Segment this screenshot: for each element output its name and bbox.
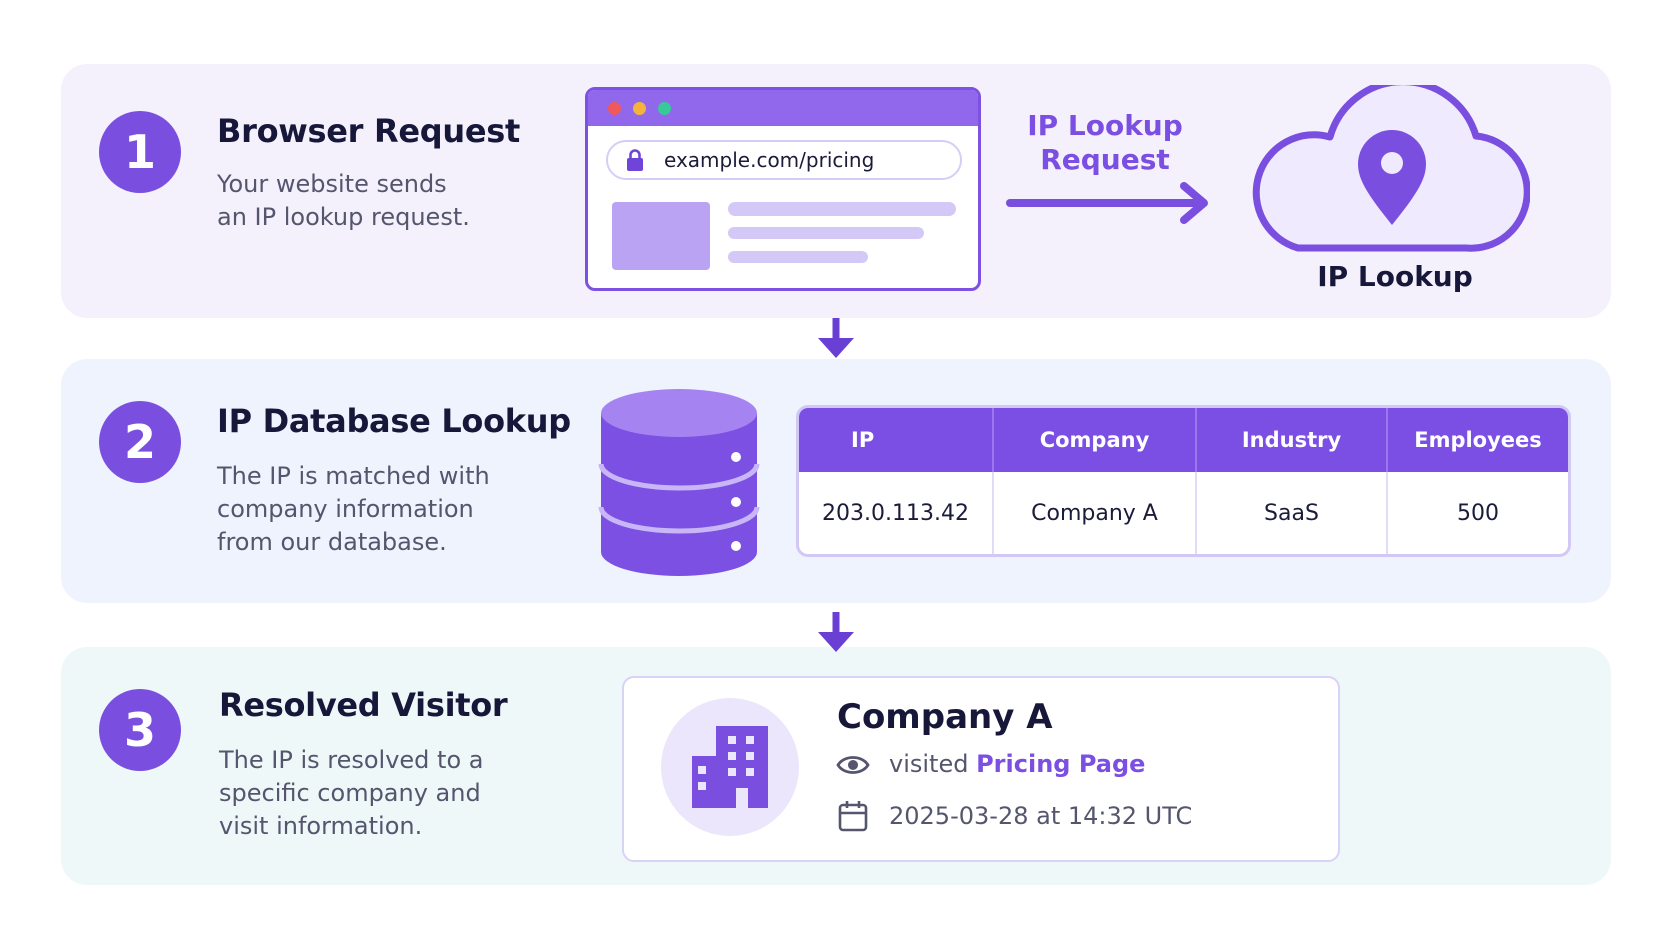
desc-line: specific company and bbox=[219, 779, 481, 807]
down-arrow-icon bbox=[818, 318, 854, 358]
col-header-employees: Employees bbox=[1414, 428, 1542, 452]
desc-line: visit information. bbox=[219, 812, 423, 840]
building-icon bbox=[692, 726, 768, 808]
label-line: IP Lookup bbox=[1027, 109, 1183, 142]
browser-window: example.com/pricing bbox=[585, 87, 981, 291]
step-title-1: Browser Request bbox=[217, 112, 520, 150]
cloud-label: IP Lookup bbox=[1317, 260, 1473, 293]
desc-line: from our database. bbox=[217, 528, 447, 556]
database-icon bbox=[598, 389, 760, 576]
cloud-icon bbox=[1252, 85, 1530, 252]
right-arrow-icon bbox=[1006, 182, 1208, 224]
cell-company: Company A bbox=[994, 472, 1197, 554]
step-desc-3: The IP is resolved to a specific company… bbox=[219, 744, 483, 843]
visited-prefix: visited bbox=[889, 750, 969, 778]
lookup-request-label: IP Lookup Request bbox=[1020, 109, 1190, 177]
eye-icon bbox=[836, 756, 870, 774]
company-data-table: IP Company Industry Employees 203.0.113.… bbox=[796, 405, 1571, 557]
desc-line: Your website sends bbox=[217, 170, 447, 198]
desc-line: The IP is matched with bbox=[217, 462, 490, 490]
step-title-3: Resolved Visitor bbox=[219, 686, 508, 724]
placeholder-line bbox=[728, 251, 868, 263]
visited-page-link[interactable]: Pricing Page bbox=[976, 750, 1145, 778]
url-bar: example.com/pricing bbox=[606, 140, 962, 180]
down-arrow-icon bbox=[818, 612, 854, 652]
desc-line: company information bbox=[217, 495, 474, 523]
placeholder-line bbox=[728, 202, 956, 216]
desc-line: The IP is resolved to a bbox=[219, 746, 484, 774]
col-header-ip: IP bbox=[799, 408, 994, 472]
maximize-dot-icon bbox=[658, 102, 671, 115]
placeholder-image bbox=[612, 202, 710, 270]
col-header-industry: Industry bbox=[1197, 408, 1388, 472]
close-dot-icon bbox=[608, 102, 621, 115]
calendar-icon bbox=[838, 801, 868, 832]
desc-line: an IP lookup request. bbox=[217, 203, 470, 231]
step-desc-1: Your website sends an IP lookup request. bbox=[217, 168, 470, 234]
visitor-company-name: Company A bbox=[837, 697, 1053, 737]
cell-ip: 203.0.113.42 bbox=[799, 472, 994, 554]
minimize-dot-icon bbox=[633, 102, 646, 115]
cell-employees: 500 bbox=[1457, 500, 1499, 526]
company-avatar bbox=[661, 698, 799, 836]
cell-industry: SaaS bbox=[1197, 472, 1388, 554]
label-line: Request bbox=[1040, 143, 1170, 176]
visited-line: visited Pricing Page bbox=[889, 750, 1145, 778]
lock-icon bbox=[627, 149, 643, 171]
table-header-row: IP Company Industry Employees bbox=[799, 408, 1568, 472]
step-number-1: 1 bbox=[99, 111, 181, 193]
step-desc-2: The IP is matched with company informati… bbox=[217, 460, 490, 559]
step-number-3: 3 bbox=[99, 689, 181, 771]
col-header-company: Company bbox=[994, 408, 1197, 472]
table-row: 203.0.113.42 Company A SaaS 500 bbox=[799, 472, 1568, 554]
step-title-2: IP Database Lookup bbox=[217, 402, 571, 440]
browser-title-bar bbox=[588, 90, 978, 126]
visit-timestamp: 2025-03-28 at 14:32 UTC bbox=[889, 802, 1193, 830]
url-text: example.com/pricing bbox=[664, 148, 875, 172]
step-number-2: 2 bbox=[99, 401, 181, 483]
placeholder-line bbox=[728, 227, 924, 239]
